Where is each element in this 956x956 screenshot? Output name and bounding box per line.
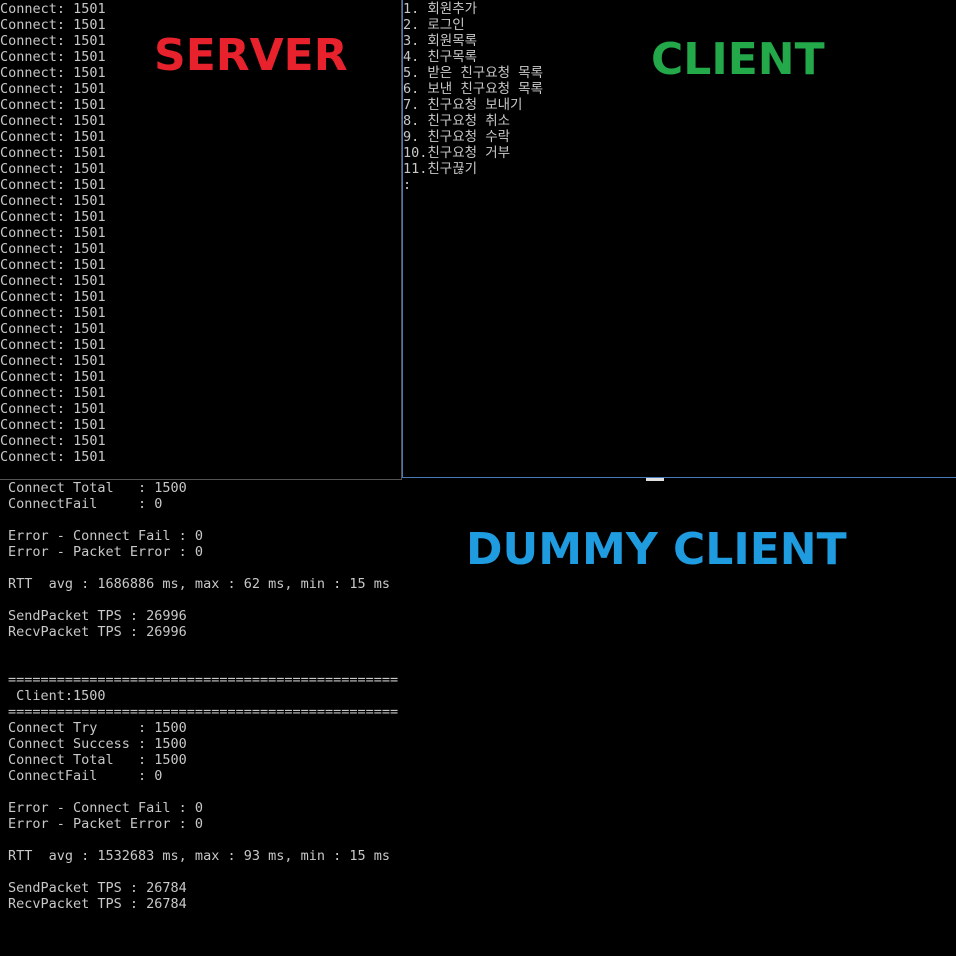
server-log-line: Connect: 1501 xyxy=(0,177,106,193)
dummy-stat-line: ConnectFail : 0 xyxy=(8,768,163,784)
server-log-line: Connect: 1501 xyxy=(0,161,106,177)
server-log-line: Connect: 1501 xyxy=(0,49,106,65)
client-menu-line: 5. 받은 친구요청 목록 xyxy=(403,65,543,81)
server-log-line: Connect: 1501 xyxy=(0,305,106,321)
server-log-line: Connect: 1501 xyxy=(0,241,106,257)
dummy-stat-line xyxy=(8,656,398,672)
client-label: CLIENT xyxy=(651,34,825,85)
server-log-line: Connect: 1501 xyxy=(0,369,106,385)
server-log-line: Connect: 1501 xyxy=(0,433,106,449)
server-label: SERVER xyxy=(154,30,348,81)
dummy-stat-line xyxy=(8,832,398,848)
dummy-stat-line: SendPacket TPS : 26784 xyxy=(8,880,187,896)
dummy-stat-line: RTT avg : 1532683 ms, max : 93 ms, min :… xyxy=(8,848,391,864)
server-log-line: Connect: 1501 xyxy=(0,353,106,369)
server-log-line: Connect: 1501 xyxy=(0,113,106,129)
dummy-stat-line: Error - Packet Error : 0 xyxy=(8,544,204,560)
dummy-stat-line: SendPacket TPS : 26996 xyxy=(8,608,187,624)
server-log-line: Connect: 1501 xyxy=(0,1,106,17)
dummy-client-output: Connect Total : 1500 ConnectFail : 0 Erro… xyxy=(8,480,398,912)
server-log-line: Connect: 1501 xyxy=(0,289,106,305)
client-console-output: 1. 회원추가 2. 로그인 3. 회원목록 4. 친구목록 5. 받은 친구요청 목록… xyxy=(403,1,543,193)
dummy-stat-line: Connect Try : 1500 xyxy=(8,720,187,736)
dummy-stat-line: ========================================… xyxy=(8,672,399,688)
client-menu-line: 2. 로그인 xyxy=(403,17,465,33)
server-log-line: Connect: 1501 xyxy=(0,97,106,113)
dummy-client-label: DUMMY CLIENT xyxy=(466,524,847,575)
server-log-line: Connect: 1501 xyxy=(0,225,106,241)
server-log-line: Connect: 1501 xyxy=(0,401,106,417)
client-menu-line: 11.친구끊기 xyxy=(403,161,478,177)
server-log-line: Connect: 1501 xyxy=(0,193,106,209)
dummy-stat-line: RecvPacket TPS : 26784 xyxy=(8,896,187,912)
server-log-line: Connect: 1501 xyxy=(0,321,106,337)
client-menu-line: 7. 친구요청 보내기 xyxy=(403,97,523,113)
server-log-line: Connect: 1501 xyxy=(0,273,106,289)
server-log-line: Connect: 1501 xyxy=(0,449,106,465)
dummy-stat-line: RecvPacket TPS : 26996 xyxy=(8,624,187,640)
dummy-stat-line xyxy=(8,784,398,800)
server-log-line: Connect: 1501 xyxy=(0,17,106,33)
dummy-stat-line: Connect Success : 1500 xyxy=(8,736,187,752)
dummy-stat-line xyxy=(8,512,398,528)
server-log-line: Connect: 1501 xyxy=(0,337,106,353)
dummy-stat-line xyxy=(8,864,398,880)
dummy-stat-line xyxy=(8,640,398,656)
server-log-line: Connect: 1501 xyxy=(0,209,106,225)
dummy-stat-line: Error - Packet Error : 0 xyxy=(8,816,204,832)
server-log-line: Connect: 1501 xyxy=(0,129,106,145)
client-menu-line: 1. 회원추가 xyxy=(403,1,478,17)
client-menu-line: 9. 친구요청 수락 xyxy=(403,129,511,145)
dummy-stat-line xyxy=(8,560,398,576)
dummy-stat-line xyxy=(8,592,398,608)
client-menu-line: 8. 친구요청 취소 xyxy=(403,113,511,129)
dummy-stat-line: ConnectFail : 0 xyxy=(8,496,163,512)
server-log-line: Connect: 1501 xyxy=(0,145,106,161)
client-menu-line: 10.친구요청 거부 xyxy=(403,145,511,161)
server-log-line: Connect: 1501 xyxy=(0,257,106,273)
dummy-stat-line: ========================================… xyxy=(8,704,399,720)
client-menu-line: : xyxy=(403,177,412,193)
client-menu-line: 4. 친구목록 xyxy=(403,49,478,65)
dummy-stat-line: Error - Connect Fail : 0 xyxy=(8,528,204,544)
server-log-line: Connect: 1501 xyxy=(0,81,106,97)
dummy-stat-line: RTT avg : 1686886 ms, max : 62 ms, min :… xyxy=(8,576,391,592)
dummy-stat-line: Connect Total : 1500 xyxy=(8,480,187,496)
dummy-stat-line: Error - Connect Fail : 0 xyxy=(8,800,204,816)
server-log-line: Connect: 1501 xyxy=(0,385,106,401)
text-cursor xyxy=(646,478,664,481)
server-log-line: Connect: 1501 xyxy=(0,417,106,433)
client-menu-line: 3. 회원목록 xyxy=(403,33,478,49)
client-menu-line: 6. 보낸 친구요청 목록 xyxy=(403,81,543,97)
server-log-line: Connect: 1501 xyxy=(0,33,106,49)
server-log-line: Connect: 1501 xyxy=(0,65,106,81)
server-console-output: Connect: 1501 Connect: 1501 Connect: 1501 C… xyxy=(0,1,106,465)
dummy-stat-line: Connect Total : 1500 xyxy=(8,752,187,768)
dummy-stat-line: Client:1500 xyxy=(8,688,106,704)
